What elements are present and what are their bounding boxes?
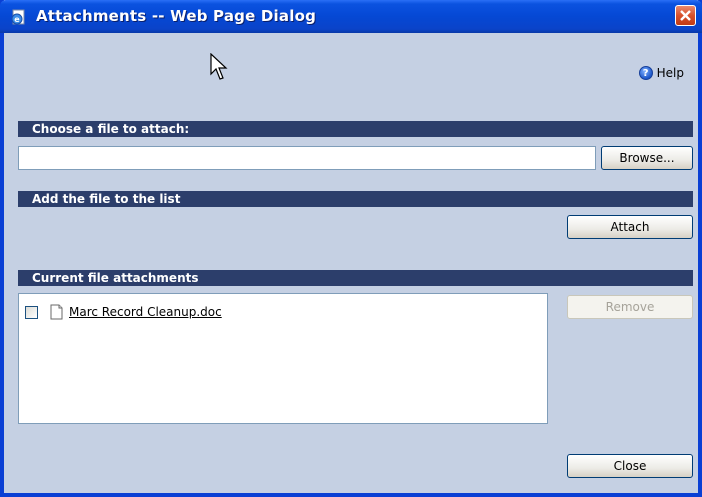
help-icon: ?	[638, 66, 653, 80]
document-icon	[50, 304, 63, 320]
attachment-checkbox[interactable]	[25, 305, 38, 319]
close-window-button[interactable]	[675, 5, 696, 26]
attach-button[interactable]: Attach	[567, 215, 693, 239]
choose-file-header: Choose a file to attach:	[18, 121, 693, 137]
window-title: Attachments -- Web Page Dialog	[36, 7, 317, 25]
add-file-header: Add the file to the list	[18, 191, 693, 207]
title-bar[interactable]: e Attachments -- Web Page Dialog	[0, 0, 702, 33]
help-label: Help	[656, 66, 684, 80]
file-path-input[interactable]	[18, 146, 596, 170]
svg-text:e: e	[14, 15, 20, 24]
attachments-list[interactable]: Marc Record Cleanup.doc	[18, 293, 548, 424]
ie-page-icon: e	[10, 8, 28, 26]
mouse-cursor-icon	[210, 52, 228, 85]
close-icon	[680, 10, 691, 21]
current-attachments-header: Current file attachments	[18, 270, 693, 286]
list-item[interactable]: Marc Record Cleanup.doc	[25, 304, 222, 320]
browse-button[interactable]: Browse...	[601, 146, 693, 170]
attachment-link[interactable]: Marc Record Cleanup.doc	[69, 305, 222, 319]
attachments-dialog: e Attachments -- Web Page Dialog ? Help …	[0, 0, 702, 497]
remove-button[interactable]: Remove	[567, 295, 693, 319]
close-button[interactable]: Close	[567, 454, 693, 478]
help-link[interactable]: ? Help	[638, 66, 684, 80]
